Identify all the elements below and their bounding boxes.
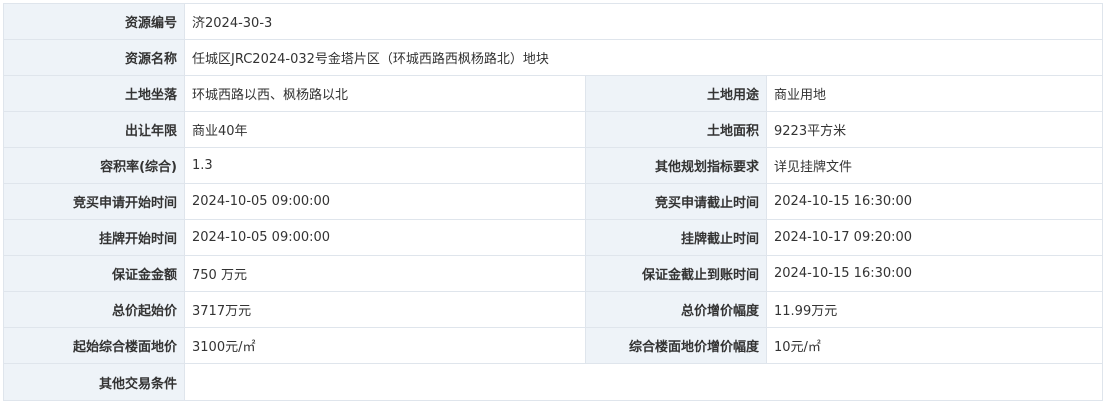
- deposit-deadline-label: 保证金截止到账时间: [585, 255, 767, 292]
- far-value: 1.3: [184, 147, 586, 184]
- listing-start-label: 挂牌开始时间: [3, 219, 185, 256]
- other-conditions-label: 其他交易条件: [3, 363, 185, 401]
- table-row: 资源名称 任城区JRC2024-032号金塔片区（环城西路西枫杨路北）地块: [3, 39, 1104, 76]
- land-use-label: 土地用途: [585, 75, 767, 112]
- bid-apply-start-label: 竞买申请开始时间: [3, 183, 185, 220]
- deposit-deadline-value: 2024-10-15 16:30:00: [765, 255, 1104, 292]
- floor-price-value: 3100元/㎡: [184, 327, 586, 364]
- resource-no-label: 资源编号: [3, 3, 185, 40]
- floor-increment-value: 10元/㎡: [765, 327, 1104, 364]
- table-row: 资源编号 济2024-30-3: [3, 3, 1104, 40]
- bid-apply-end-label: 竞买申请截止时间: [585, 183, 767, 220]
- table-row: 挂牌开始时间 2024-10-05 09:00:00 挂牌截止时间 2024-1…: [3, 219, 1104, 256]
- land-resource-info-panel: 资源编号 济2024-30-3 资源名称 任城区JRC2024-032号金塔片区…: [3, 3, 1104, 401]
- floor-price-label: 起始综合楼面地价: [3, 327, 185, 364]
- land-use-value: 商业用地: [765, 75, 1104, 112]
- resource-no-value: 济2024-30-3: [183, 3, 1104, 40]
- increment-label: 总价增价幅度: [585, 291, 767, 328]
- deposit-value: 750 万元: [184, 255, 586, 292]
- area-value: 9223平方米: [765, 111, 1104, 148]
- floor-increment-label: 综合楼面地价增价幅度: [585, 327, 767, 364]
- location-label: 土地坐落: [3, 75, 185, 112]
- other-planning-label: 其他规划指标要求: [585, 147, 767, 184]
- location-value: 环城西路以西、枫杨路以北: [184, 75, 586, 112]
- start-price-value: 3717万元: [184, 291, 586, 328]
- resource-name-label: 资源名称: [3, 39, 185, 76]
- term-label: 出让年限: [3, 111, 185, 148]
- land-resource-info-table: 资源编号 济2024-30-3 资源名称 任城区JRC2024-032号金塔片区…: [3, 3, 1104, 401]
- table-row: 出让年限 商业40年 土地面积 9223平方米: [3, 111, 1104, 148]
- bid-apply-end-value: 2024-10-15 16:30:00: [765, 183, 1104, 220]
- table-row: 起始综合楼面地价 3100元/㎡ 综合楼面地价增价幅度 10元/㎡: [3, 327, 1104, 364]
- other-planning-value: 详见挂牌文件: [765, 147, 1104, 184]
- table-row: 容积率(综合) 1.3 其他规划指标要求 详见挂牌文件: [3, 147, 1104, 184]
- table-row: 其他交易条件: [3, 363, 1104, 401]
- table-row: 保证金金额 750 万元 保证金截止到账时间 2024-10-15 16:30:…: [3, 255, 1104, 292]
- area-label: 土地面积: [585, 111, 767, 148]
- listing-start-value: 2024-10-05 09:00:00: [184, 219, 586, 256]
- listing-end-label: 挂牌截止时间: [585, 219, 767, 256]
- listing-end-value: 2024-10-17 09:20:00: [765, 219, 1104, 256]
- table-row: 土地坐落 环城西路以西、枫杨路以北 土地用途 商业用地: [3, 75, 1104, 112]
- term-value: 商业40年: [184, 111, 586, 148]
- far-label: 容积率(综合): [3, 147, 185, 184]
- resource-name-value: 任城区JRC2024-032号金塔片区（环城西路西枫杨路北）地块: [183, 39, 1104, 76]
- other-conditions-value: [183, 363, 1104, 401]
- table-row: 总价起始价 3717万元 总价增价幅度 11.99万元: [3, 291, 1104, 328]
- deposit-label: 保证金金额: [3, 255, 185, 292]
- table-row: 竞买申请开始时间 2024-10-05 09:00:00 竞买申请截止时间 20…: [3, 183, 1104, 220]
- increment-value: 11.99万元: [765, 291, 1104, 328]
- bid-apply-start-value: 2024-10-05 09:00:00: [184, 183, 586, 220]
- start-price-label: 总价起始价: [3, 291, 185, 328]
